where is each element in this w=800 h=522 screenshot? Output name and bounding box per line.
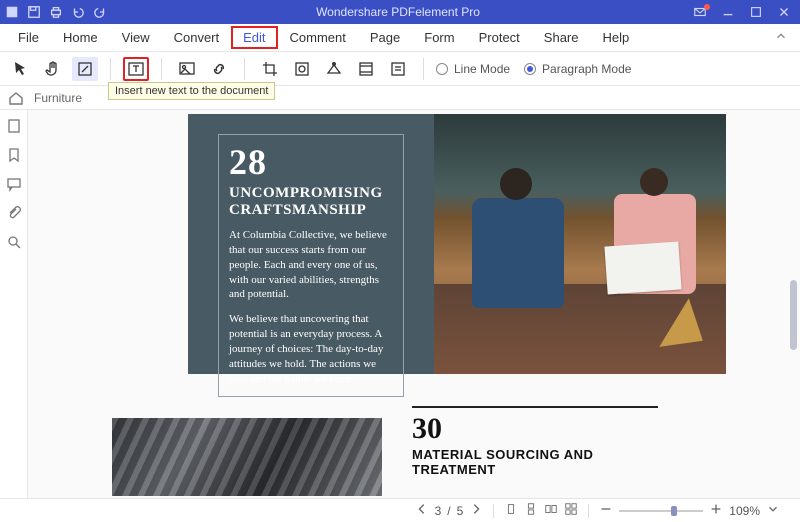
divider [161, 58, 162, 80]
header-footer-tool-icon[interactable] [353, 57, 379, 81]
page-block-28: 28 UNCOMPROMISING CRAFTSMANSHIP At Colum… [188, 114, 726, 374]
mail-icon[interactable] [688, 3, 712, 21]
home-icon[interactable] [8, 90, 24, 106]
divider [423, 58, 424, 80]
add-text-tool-icon[interactable] [123, 57, 149, 81]
select-tool-icon[interactable] [8, 57, 34, 81]
divider [244, 58, 245, 80]
menu-edit[interactable]: Edit [231, 26, 277, 49]
thumbnails-icon[interactable] [6, 118, 22, 137]
line-mode-label: Line Mode [454, 62, 510, 76]
vertical-scrollbar[interactable] [790, 280, 797, 350]
link-tool-icon[interactable] [206, 57, 232, 81]
menu-protect[interactable]: Protect [467, 26, 532, 49]
window-title: Wondershare PDFelement Pro [108, 5, 688, 19]
menu-help[interactable]: Help [591, 26, 642, 49]
page-nav: 3 / 5 [415, 502, 484, 519]
feature-text-30[interactable]: 30 MATERIAL SOURCING AND TREATMENT [412, 406, 658, 478]
tooltip: Insert new text to the document [108, 82, 275, 100]
single-page-icon[interactable] [504, 502, 518, 519]
set-square-icon [653, 297, 703, 347]
feature-number-30: 30 [412, 412, 658, 446]
app-icon [4, 4, 20, 20]
window-controls [688, 3, 796, 21]
watermark-tool-icon[interactable] [289, 57, 315, 81]
feature-text-28[interactable]: 28 UNCOMPROMISING CRAFTSMANSHIP At Colum… [218, 134, 404, 397]
craftsmanship-photo[interactable] [434, 114, 726, 374]
hand-tool-icon[interactable] [40, 57, 66, 81]
background-tool-icon[interactable] [321, 57, 347, 81]
radio-line-mode[interactable]: Line Mode [436, 62, 510, 76]
left-panel [0, 110, 28, 498]
menu-convert[interactable]: Convert [162, 26, 232, 49]
zoom-dropdown-icon[interactable] [766, 502, 780, 519]
undo-icon[interactable] [70, 4, 86, 20]
divider [110, 58, 111, 80]
add-image-tool-icon[interactable] [174, 57, 200, 81]
view-mode-icons [504, 502, 578, 519]
zoom-slider[interactable] [619, 510, 703, 512]
search-panel-icon[interactable] [6, 234, 22, 253]
feature-paragraph-2: We believe that uncovering that potentia… [229, 312, 393, 386]
menubar: File Home View Convert Edit Comment Page… [0, 24, 800, 52]
thumbnail-grid-icon[interactable] [564, 502, 578, 519]
menu-file[interactable]: File [6, 26, 51, 49]
edit-toolbar: Line Mode Paragraph Mode Insert new text… [0, 52, 800, 86]
document-tab[interactable]: Furniture [34, 91, 82, 105]
feature-heading-30: MATERIAL SOURCING AND TREATMENT [412, 448, 658, 478]
workarea: 28 UNCOMPROMISING CRAFTSMANSHIP At Colum… [0, 110, 800, 498]
print-icon[interactable] [48, 4, 64, 20]
feature-paragraph-1: At Columbia Collective, we believe that … [229, 228, 393, 302]
material-photo[interactable] [112, 418, 382, 496]
statusbar: 3 / 5 109% [0, 498, 800, 522]
menu-share[interactable]: Share [532, 26, 591, 49]
prev-page-icon[interactable] [415, 502, 429, 519]
collapse-ribbon-icon[interactable] [774, 29, 794, 46]
save-icon[interactable] [26, 4, 42, 20]
zoom-value: 109% [729, 504, 760, 518]
paragraph-mode-label: Paragraph Mode [542, 62, 631, 76]
edit-object-tool-icon[interactable] [72, 57, 98, 81]
page-sep: / [447, 504, 450, 518]
annotations-icon[interactable] [6, 176, 22, 195]
quick-access [4, 4, 108, 20]
close-button[interactable] [772, 3, 796, 21]
zoom-out-icon[interactable] [599, 502, 613, 519]
feature-heading: UNCOMPROMISING CRAFTSMANSHIP [229, 185, 393, 218]
crop-tool-icon[interactable] [257, 57, 283, 81]
zoom-control: 109% [599, 502, 780, 519]
page-current: 3 [435, 504, 442, 518]
redo-icon[interactable] [92, 4, 108, 20]
continuous-page-icon[interactable] [524, 502, 538, 519]
menu-page[interactable]: Page [358, 26, 412, 49]
facing-page-icon[interactable] [544, 502, 558, 519]
feature-number: 28 [229, 141, 393, 183]
divider [412, 406, 658, 408]
minimize-button[interactable] [716, 3, 740, 21]
zoom-in-icon[interactable] [709, 502, 723, 519]
document-canvas[interactable]: 28 UNCOMPROMISING CRAFTSMANSHIP At Colum… [28, 110, 800, 498]
menu-view[interactable]: View [110, 26, 162, 49]
bookmarks-icon[interactable] [6, 147, 22, 166]
menu-form[interactable]: Form [412, 26, 466, 49]
titlebar: Wondershare PDFelement Pro [0, 0, 800, 24]
next-page-icon[interactable] [469, 502, 483, 519]
attachments-icon[interactable] [6, 205, 22, 224]
maximize-button[interactable] [744, 3, 768, 21]
page-total: 5 [457, 504, 464, 518]
menu-home[interactable]: Home [51, 26, 110, 49]
radio-paragraph-mode[interactable]: Paragraph Mode [524, 62, 631, 76]
bates-number-tool-icon[interactable] [385, 57, 411, 81]
menu-comment[interactable]: Comment [278, 26, 358, 49]
